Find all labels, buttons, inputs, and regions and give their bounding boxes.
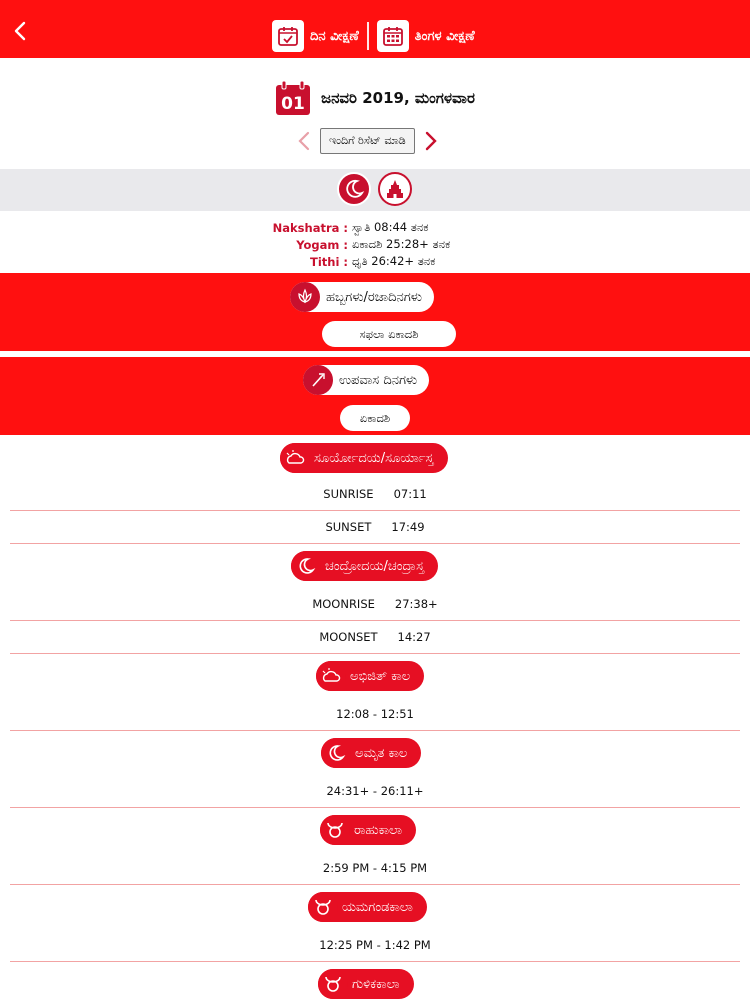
sunrise-row: SUNRISE 07:11 (10, 478, 740, 511)
yama-header: ಯಮಗಂಡಕಾಲಾ (308, 892, 427, 922)
abhijit-row: 12:08 - 12:51 (10, 698, 740, 731)
rahu-time: 2:59 PM - 4:15 PM (322, 861, 428, 875)
view-tabs: ದಿನ ವೀಕ್ಷಣೆ ತಿಂಗಳ ವೀಕ್ಷಣೆ (272, 20, 475, 52)
tab-month-view[interactable]: ತಿಂಗಳ ವೀಕ್ಷಣೆ (376, 20, 475, 52)
abhijit-header: ಅಭಿಜಿತ್ ಕಾಲ (316, 661, 425, 691)
tab-day-label: ದಿನ ವೀಕ್ಷಣೆ (310, 28, 359, 44)
tab-divider (366, 22, 369, 50)
crescent-moon-icon (321, 738, 351, 768)
moon-phase-icon[interactable] (337, 172, 371, 206)
moonset-row: MOONSET 14:27 (10, 621, 740, 654)
gulika-header: ಗುಳಿಕಕಾಲಾ (318, 969, 414, 999)
taurus-icon (320, 815, 350, 845)
fasting-value: ಏಕಾದಶಿ (340, 405, 410, 431)
rahu-title: ರಾಹುಕಾಲಾ (354, 822, 403, 838)
rahu-header: ರಾಹುಕಾಲಾ (320, 815, 417, 845)
gulika-title: ಗುಳಿಕಕಾಲಾ (352, 976, 400, 992)
prev-day-chevron-icon[interactable] (294, 128, 314, 154)
sun-cloud-icon (316, 661, 346, 691)
fasting-title: ಉಪವಾಸ ದಿನಗಳು (339, 372, 418, 388)
nakshatra-label: Nakshatra : (272, 220, 348, 235)
sunrise-time: 07:11 (393, 487, 427, 501)
tithi-row: Tithi : ಧೃತಿ 26:42+ ತನಕ (0, 253, 750, 270)
moonrise-label: MOONRISE (312, 597, 375, 611)
amrita-time: 24:31+ - 26:11+ (326, 784, 424, 798)
tithi-value: ಧೃತಿ 26:42+ ತನಕ (352, 254, 436, 268)
moonset-time: 14:27 (397, 630, 431, 644)
yogam-row: Yogam : ಏಕಾದಶಿ 25:28+ ತನಕ (0, 236, 750, 253)
sun-title: ಸೂರ್ಯೋದಯ/ಸೂರ್ಯಾಸ್ತ (314, 450, 434, 466)
amrita-row: 24:31+ - 26:11+ (10, 775, 740, 808)
current-date: ಜನವರಿ 2019, ಮಂಗಳವಾರ (321, 89, 475, 107)
nakshatra-value: ಸ್ವಾತಿ 08:44 ತನಕ (352, 220, 429, 234)
taurus-icon (318, 969, 348, 999)
calendar-day-number: 01 (281, 94, 305, 114)
moonset-label: MOONSET (319, 630, 378, 644)
calendar-grid-icon (376, 20, 409, 52)
back-chevron-icon[interactable] (10, 20, 32, 42)
amrita-title: ಅಮೃತ ಕಾಲ (355, 745, 408, 761)
rahu-row: 2:59 PM - 4:15 PM (10, 852, 740, 885)
fasting-header: ಉಪವಾಸ ದಿನಗಳು (303, 365, 430, 395)
icon-strip (0, 169, 750, 211)
top-bar: ದಿನ ವೀಕ್ಷಣೆ ತಿಂಗಳ ವೀಕ್ಷಣೆ (0, 0, 750, 58)
sun-cloud-icon (280, 443, 310, 473)
moon-header: ಚಂದ್ರೋದಯ/ಚಂದ್ರಾಸ್ತ (291, 551, 439, 581)
date-header: 01 ಜನವರಿ 2019, ಮಂಗಳವಾರ (275, 80, 475, 116)
festivals-title: ಹಬ್ಬಗಳು/ರಜಾದಿನಗಳು (326, 289, 422, 305)
amrita-header: ಅಮೃತ ಕಾಲ (321, 738, 422, 768)
abhijit-time: 12:08 - 12:51 (336, 707, 414, 721)
yogam-label: Yogam : (296, 237, 348, 252)
sun-header: ಸೂರ್ಯೋದಯ/ಸೂರ್ಯಾಸ್ತ (280, 443, 448, 473)
tithi-label: Tithi : (309, 254, 348, 269)
moonrise-time: 27:38+ (394, 597, 438, 611)
abhijit-title: ಅಭಿಜಿತ್ ಕಾಲ (350, 668, 411, 684)
nakshatra-row: Nakshatra : ಸ್ವಾತಿ 08:44 ತನಕ (0, 219, 750, 236)
lotus-icon (290, 282, 320, 312)
taurus-icon (308, 892, 338, 922)
tab-month-label: ತಿಂಗಳ ವೀಕ್ಷಣೆ (414, 28, 475, 44)
yogam-value: ಏಕಾದಶಿ 25:28+ ತನಕ (352, 237, 451, 251)
sunset-time: 17:49 (391, 520, 425, 534)
yama-row: 12:25 PM - 1:42 PM (10, 929, 740, 962)
yama-title: ಯಮಗಂಡಕಾಲಾ (342, 899, 413, 915)
moon-title: ಚಂದ್ರೋದಯ/ಚಂದ್ರಾಸ್ತ (325, 558, 425, 574)
tab-day-view[interactable]: ದಿನ ವೀಕ್ಷಣೆ (272, 20, 359, 52)
sunset-label: SUNSET (325, 520, 372, 534)
sunrise-label: SUNRISE (323, 487, 374, 501)
festivals-header: ಹಬ್ಬಗಳು/ರಜಾದಿನಗಳು (290, 282, 434, 312)
trishul-icon (303, 365, 333, 395)
next-day-chevron-icon[interactable] (421, 128, 441, 154)
yama-time: 12:25 PM - 1:42 PM (319, 938, 431, 952)
calendar-check-icon (272, 20, 304, 52)
reset-today-button[interactable]: ಇಂದಿಗೆ ರಿಸೆಟ್ ಮಾಡಿ (320, 128, 415, 154)
panchang-details: Nakshatra : ಸ್ವಾತಿ 08:44 ತನಕ Yogam : ಏಕಾ… (0, 219, 750, 270)
crescent-moon-icon (291, 551, 321, 581)
moonrise-row: MOONRISE 27:38+ (10, 588, 740, 621)
festival-value: ಸಫಲಾ ಏಕಾದಶಿ (322, 321, 456, 347)
date-navigation: ಇಂದಿಗೆ ರಿಸೆಟ್ ಮಾಡಿ (294, 128, 441, 154)
sunset-row: SUNSET 17:49 (10, 511, 740, 544)
calendar-date-icon: 01 (275, 80, 311, 116)
temple-icon[interactable] (378, 172, 412, 206)
